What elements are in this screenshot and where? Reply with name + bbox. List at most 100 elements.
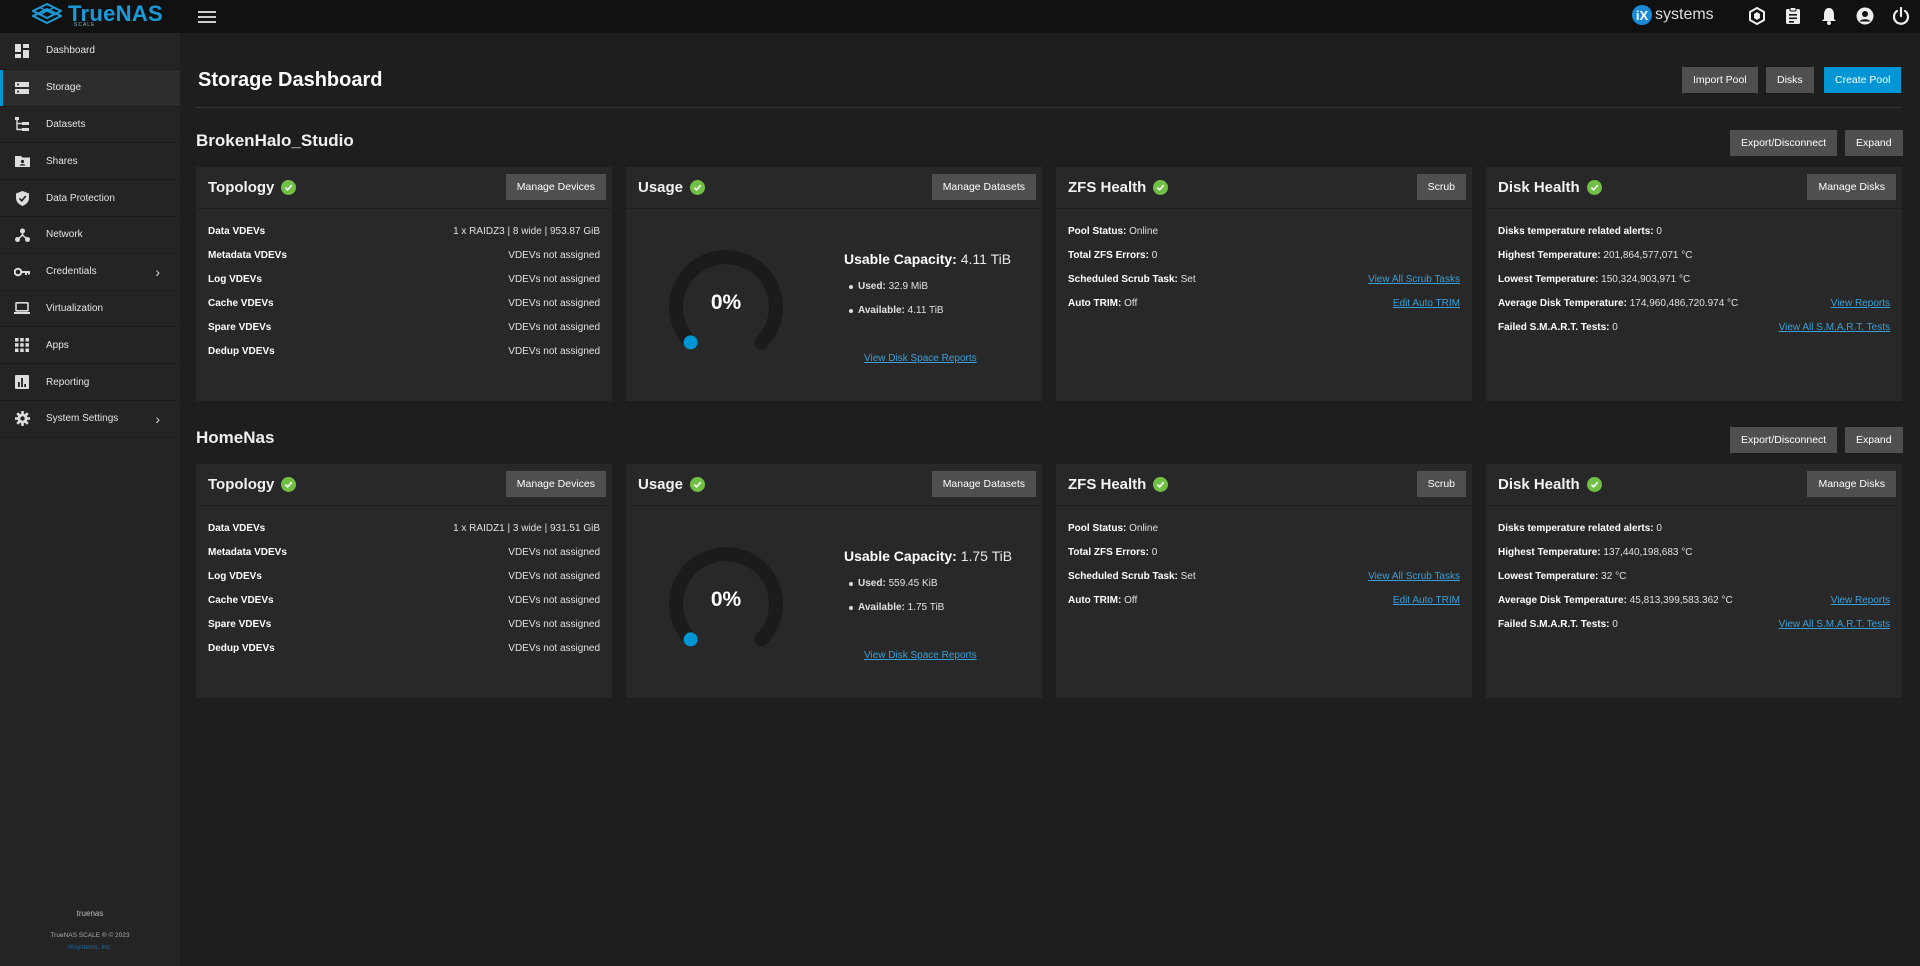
row-value: 32 °C — [1601, 570, 1627, 582]
view-scrub-tasks-link[interactable]: View All Scrub Tasks — [1368, 274, 1460, 285]
export-disconnect-button[interactable]: Export/Disconnect — [1730, 427, 1838, 453]
row-value: Online — [1129, 522, 1159, 534]
manage-datasets-button[interactable]: Manage Datasets — [931, 174, 1036, 200]
manage-disks-button[interactable]: Manage Disks — [1807, 174, 1896, 200]
card-header: Topology Manage Devices — [196, 464, 612, 506]
card-title: Usage — [638, 476, 706, 493]
zfs-health-card: ZFS Health Scrub Pool Status: Online Tot… — [1056, 167, 1472, 401]
main-content: Storage Dashboard Import Pool Disks Crea… — [180, 33, 1920, 966]
create-pool-button[interactable]: Create Pool — [1824, 67, 1902, 93]
row-value: Off — [1124, 297, 1138, 309]
row-value: VDEVs not assigned — [508, 618, 600, 630]
sidebar-item-network[interactable]: Network — [0, 217, 180, 254]
usable-capacity: Usable Capacity: 1.75 TiB — [844, 548, 1012, 564]
card-header: Topology Manage Devices — [196, 167, 612, 209]
used-label: Used: — [858, 281, 886, 292]
power-icon[interactable] — [1890, 4, 1912, 28]
view-smart-tests-link[interactable]: View All S.M.A.R.T. Tests — [1779, 619, 1890, 630]
sidebar-item-data-protection[interactable]: Data Protection — [0, 180, 180, 217]
menu-toggle-icon[interactable] — [198, 8, 216, 24]
row-value: Set — [1180, 570, 1196, 582]
manage-datasets-button[interactable]: Manage Datasets — [931, 471, 1036, 497]
edit-auto-trim-link[interactable]: Edit Auto TRIM — [1393, 595, 1460, 606]
used-value: 559.45 KiB — [888, 578, 938, 589]
truenas-logo[interactable]: TrueNAS — [32, 3, 163, 25]
row-label: Pool Status: — [1068, 225, 1127, 237]
sidebar-item-storage[interactable]: Storage — [0, 69, 180, 107]
sidebar-item-shares[interactable]: Shares — [0, 143, 180, 181]
dashboard-icon — [14, 43, 30, 59]
disk-health-card: Disk Health Manage Disks Disks temperatu… — [1486, 464, 1902, 698]
row-value: 0 — [1612, 618, 1618, 630]
row-value: 1 x RAIDZ3 | 8 wide | 953.87 GiB — [453, 225, 600, 237]
truenas-logo-icon — [32, 3, 62, 25]
row-value: 174,960,486,720.974 °C — [1629, 297, 1739, 309]
data-vdevs-row: Data VDEVs 1 x RAIDZ3 | 8 wide | 953.87 G… — [208, 224, 600, 238]
card-title: Topology — [208, 179, 297, 196]
row-label: Total ZFS Errors: — [1068, 249, 1149, 261]
view-smart-tests-link[interactable]: View All S.M.A.R.T. Tests — [1779, 322, 1890, 333]
row-value: VDEVs not assigned — [508, 273, 600, 285]
view-reports-link[interactable]: View Reports — [1831, 595, 1890, 606]
row-label: Failed S.M.A.R.T. Tests: — [1498, 618, 1610, 630]
row-label: Highest Temperature: — [1498, 249, 1601, 261]
import-pool-button[interactable]: Import Pool — [1682, 67, 1758, 93]
bell-icon[interactable] — [1818, 4, 1840, 28]
scrub-button[interactable]: Scrub — [1416, 174, 1466, 200]
sidebar-item-reporting[interactable]: Reporting — [0, 364, 180, 401]
card-title: ZFS Health — [1068, 179, 1169, 196]
manage-devices-button[interactable]: Manage Devices — [505, 174, 606, 200]
card-title: Usage — [638, 179, 706, 196]
sidebar-item-system-settings[interactable]: System Settings › — [0, 401, 180, 438]
sidebar-item-label: Datasets — [46, 118, 86, 130]
sidebar-company-link[interactable]: iXsystems, Inc. — [0, 944, 180, 951]
scrub-button[interactable]: Scrub — [1416, 471, 1466, 497]
pool-name: BrokenHalo_Studio — [196, 131, 354, 150]
used-item: Used: 32.9 MiB — [848, 281, 928, 292]
sidebar-item-dashboard[interactable]: Dashboard — [0, 33, 180, 70]
chevron-right-icon: › — [155, 410, 160, 427]
title-divider — [196, 107, 1902, 108]
failed-smart-row: Failed S.M.A.R.T. Tests: 0 View All S.M.A… — [1498, 617, 1890, 631]
card-header: ZFS Health Scrub — [1056, 464, 1472, 506]
row-label: Log VDEVs — [208, 273, 262, 285]
view-disk-space-reports-link[interactable]: View Disk Space Reports — [864, 353, 977, 364]
sidebar-item-label: Shares — [46, 155, 78, 167]
row-value: Off — [1124, 594, 1138, 606]
view-reports-link[interactable]: View Reports — [1831, 298, 1890, 309]
scrub-task-row: Scheduled Scrub Task: Set View All Scrub … — [1068, 569, 1460, 583]
expand-button[interactable]: Expand — [1845, 427, 1903, 453]
sidebar-item-credentials[interactable]: Credentials › — [0, 254, 180, 291]
data-vdevs-row: Data VDEVs 1 x RAIDZ1 | 3 wide | 931.51 G… — [208, 521, 600, 535]
row-label: Average Disk Temperature: — [1498, 297, 1627, 309]
export-disconnect-button[interactable]: Export/Disconnect — [1730, 130, 1838, 156]
log-vdevs-row: Log VDEVs VDEVs not assigned — [208, 569, 600, 583]
truecommand-icon[interactable] — [1746, 4, 1768, 28]
ixsystems-logo[interactable]: iX systems — [1632, 5, 1714, 25]
row-value: Set — [1180, 273, 1196, 285]
usage-percent: 0% — [710, 588, 742, 611]
expand-button[interactable]: Expand — [1845, 130, 1903, 156]
view-scrub-tasks-link[interactable]: View All Scrub Tasks — [1368, 571, 1460, 582]
row-label: Highest Temperature: — [1498, 546, 1601, 558]
disk-health-title: Disk Health — [1498, 179, 1580, 196]
card-header: ZFS Health Scrub — [1056, 167, 1472, 209]
sidebar-item-virtualization[interactable]: Virtualization — [0, 291, 180, 328]
available-item: Available: 4.11 TiB — [849, 305, 944, 316]
zfs-health-title: ZFS Health — [1068, 476, 1147, 493]
shares-icon — [14, 153, 30, 169]
clipboard-icon[interactable] — [1782, 4, 1804, 28]
manage-disks-button[interactable]: Manage Disks — [1807, 471, 1896, 497]
disks-button[interactable]: Disks — [1766, 67, 1814, 93]
sidebar-item-apps[interactable]: Apps — [0, 327, 180, 365]
edit-auto-trim-link[interactable]: Edit Auto TRIM — [1393, 298, 1460, 309]
account-icon[interactable] — [1854, 4, 1876, 28]
sidebar-item-label: Virtualization — [46, 302, 104, 314]
usage-title: Usage — [638, 179, 684, 196]
sidebar-item-datasets[interactable]: Datasets — [0, 107, 180, 144]
manage-devices-button[interactable]: Manage Devices — [505, 471, 606, 497]
card-header: Disk Health Manage Disks — [1486, 167, 1902, 209]
view-disk-space-reports-link[interactable]: View Disk Space Reports — [864, 650, 977, 661]
highest-temp-row: Highest Temperature: 137,440,198,683 °C — [1498, 545, 1890, 559]
used-item: Used: 559.45 KiB — [849, 578, 938, 589]
